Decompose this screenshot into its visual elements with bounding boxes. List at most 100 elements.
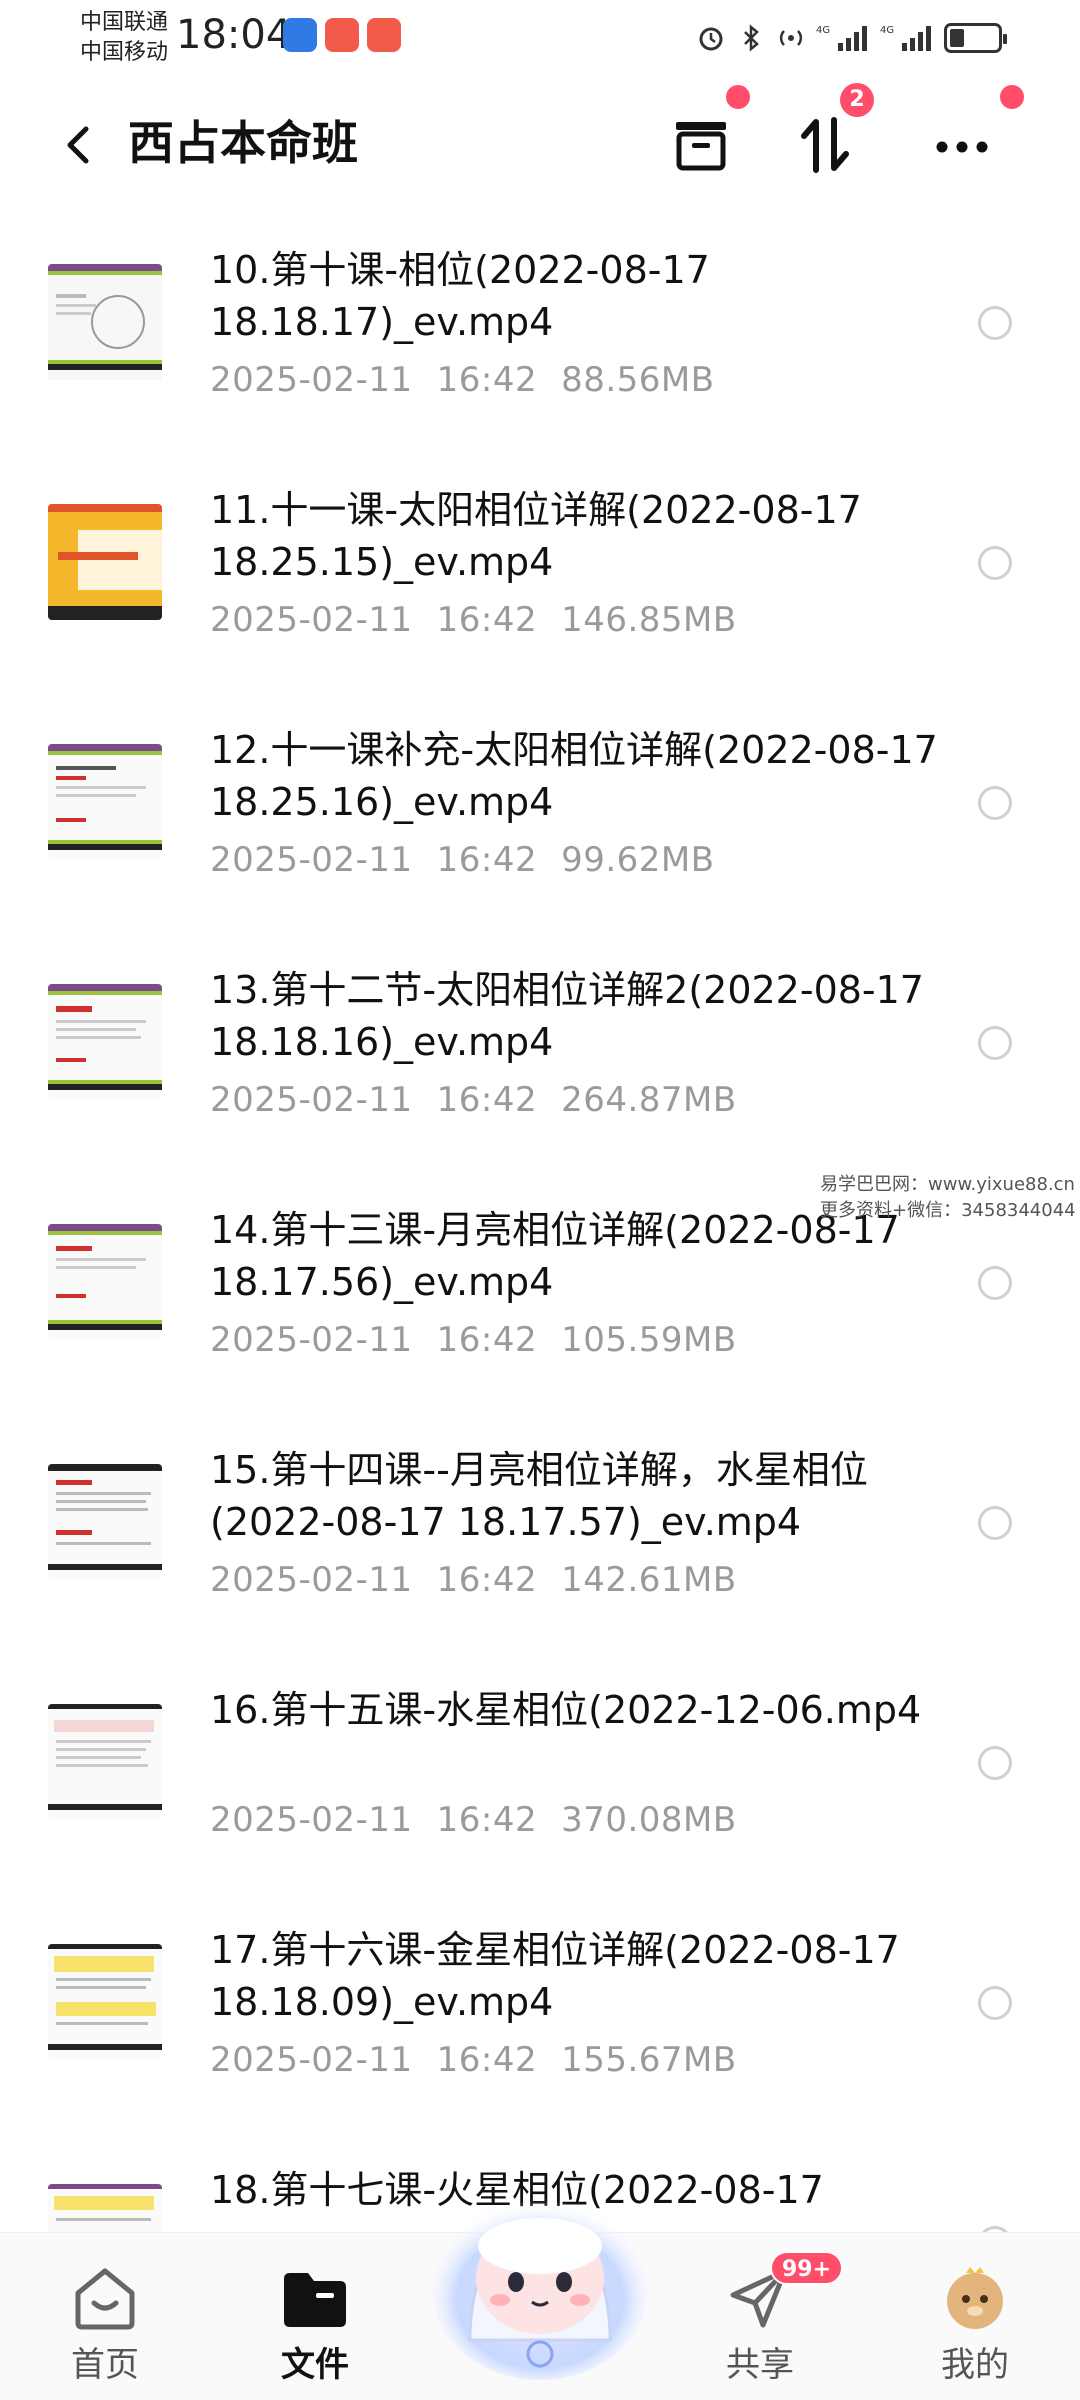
file-meta: 2025-02-11 16:42 99.62MB: [210, 838, 739, 882]
notification-dot: [726, 85, 750, 109]
select-radio[interactable]: [978, 546, 1012, 580]
file-meta: 2025-02-11 16:42 146.85MB: [210, 598, 761, 642]
file-time: 16:42: [436, 600, 538, 640]
carrier-2: 中国移动: [80, 40, 169, 65]
archive-box-icon[interactable]: [666, 110, 736, 180]
file-item[interactable]: 17.第十六课-金星相位详解(2022-08-17 18.18.09)_ev.m…: [0, 1902, 1080, 2142]
video-thumbnail: [48, 1704, 162, 1820]
watermark-line-2: 更多资料+微信：3458344044: [820, 1200, 1076, 1221]
assistant-mascot-button[interactable]: [430, 2150, 650, 2380]
file-date: 2025-02-11: [210, 1800, 413, 1840]
watermark: 易学巴巴网：www.yixue88.cn 更多资料+微信：3458344044: [820, 1172, 1076, 1224]
video-thumbnail: [48, 984, 162, 1100]
video-thumbnail: [48, 1224, 162, 1340]
select-radio[interactable]: [978, 1506, 1012, 1540]
file-time: 16:42: [436, 1800, 538, 1840]
nav-files-label: 文件: [281, 2345, 349, 2385]
network-type-2: 4G: [880, 25, 894, 36]
file-name: 16.第十五课-水星相位(2022-12-06.mp4: [210, 1688, 922, 1732]
select-radio[interactable]: [978, 1026, 1012, 1060]
file-date: 2025-02-11: [210, 1560, 413, 1600]
hotspot-icon: [779, 30, 803, 46]
select-radio[interactable]: [978, 1266, 1012, 1300]
home-icon: [75, 2268, 135, 2330]
file-date: 2025-02-11: [210, 1080, 413, 1120]
share-count-badge: 99+: [770, 2251, 844, 2285]
file-date: 2025-02-11: [210, 2040, 413, 2080]
file-meta: 2025-02-11 16:42 155.67MB: [210, 2038, 761, 2082]
nav-files[interactable]: 文件: [235, 2233, 395, 2400]
file-time: 16:42: [436, 1560, 538, 1600]
file-size: 88.56MB: [561, 360, 715, 400]
status-time: 18:04: [176, 12, 292, 58]
file-date: 2025-02-11: [210, 360, 413, 400]
file-name: 11.十一课-太阳相位详解(2022-08-17 18.25.15)_ev.mp…: [210, 488, 862, 584]
file-item[interactable]: 10.第十课-相位(2022-08-17 18.18.17)_ev.mp4 20…: [0, 222, 1080, 462]
alarm-icon: [699, 27, 723, 51]
back-arrow-icon[interactable]: [50, 115, 110, 175]
file-name: 17.第十六课-金星相位详解(2022-08-17 18.18.09)_ev.m…: [210, 1928, 900, 2024]
file-item[interactable]: 15.第十四课--月亮相位详解，水星相位(2022-08-17 18.17.57…: [0, 1422, 1080, 1662]
nav-mine-label: 我的: [941, 2345, 1009, 2385]
file-meta: 2025-02-11 16:42 264.87MB: [210, 1078, 761, 1122]
file-item[interactable]: 13.第十二节-太阳相位详解2(2022-08-17 18.18.16)_ev.…: [0, 942, 1080, 1182]
file-name: 10.第十课-相位(2022-08-17 18.18.17)_ev.mp4: [210, 248, 710, 344]
file-time: 16:42: [436, 1320, 538, 1360]
status-bar: 中国联通 中国移动 18:04 4G 4G: [0, 0, 1080, 90]
watermark-line-1: 易学巴巴网：www.yixue88.cn: [820, 1174, 1075, 1195]
file-size: 264.87MB: [561, 1080, 737, 1120]
nav-mine[interactable]: 我的: [895, 2233, 1055, 2400]
select-radio[interactable]: [978, 306, 1012, 340]
file-time: 16:42: [436, 840, 538, 880]
file-date: 2025-02-11: [210, 840, 413, 880]
nav-home-label: 首页: [71, 2345, 139, 2385]
file-date: 2025-02-11: [210, 1320, 413, 1360]
file-meta: 2025-02-11 16:42 142.61MB: [210, 1558, 761, 1602]
video-thumbnail: [48, 264, 162, 380]
video-thumbnail: [48, 1944, 162, 2060]
nav-home[interactable]: 首页: [25, 2233, 185, 2400]
signal-icon: 4G: [880, 25, 931, 51]
file-item[interactable]: 12.十一课补充-太阳相位详解(2022-08-17 18.25.16)_ev.…: [0, 702, 1080, 942]
file-size: 370.08MB: [561, 1800, 737, 1840]
top-header: 西占本命班 2: [0, 83, 1080, 195]
more-options-icon[interactable]: [927, 110, 997, 180]
file-item[interactable]: 16.第十五课-水星相位(2022-12-06.mp4 2025-02-11 16…: [0, 1662, 1080, 1902]
bluetooth-icon: [744, 24, 759, 52]
battery-icon: [944, 23, 1007, 53]
nav-share-label: 共享: [726, 2345, 794, 2385]
video-thumbnail: [48, 1464, 162, 1580]
select-radio[interactable]: [978, 1746, 1012, 1780]
signal-icon: 4G: [816, 25, 867, 51]
file-size: 142.61MB: [561, 1560, 737, 1600]
file-list: 10.第十课-相位(2022-08-17 18.18.17)_ev.mp4 20…: [0, 222, 1080, 2232]
video-thumbnail: [48, 504, 162, 620]
file-name: 13.第十二节-太阳相位详解2(2022-08-17 18.18.16)_ev.…: [210, 968, 924, 1064]
file-meta: 2025-02-11 16:42 370.08MB: [210, 1798, 761, 1842]
file-size: 99.62MB: [561, 840, 715, 880]
shopping-notification-icon: [325, 18, 359, 52]
file-time: 16:42: [436, 360, 538, 400]
carrier-info: 中国联通 中国移动: [80, 8, 168, 68]
select-radio[interactable]: [978, 1986, 1012, 2020]
video-thumbnail: [48, 744, 162, 860]
file-date: 2025-02-11: [210, 600, 413, 640]
file-name: 12.十一课补充-太阳相位详解(2022-08-17 18.25.16)_ev.…: [210, 728, 938, 824]
page-title: 西占本命班: [128, 116, 358, 170]
file-time: 16:42: [436, 1080, 538, 1120]
video-thumbnail: [48, 2184, 162, 2232]
file-time: 16:42: [436, 2040, 538, 2080]
file-meta: 2025-02-11 16:42 88.56MB: [210, 358, 739, 402]
select-radio[interactable]: [978, 786, 1012, 820]
avatar-icon: [947, 2267, 1003, 2329]
transfer-icon[interactable]: [790, 110, 860, 180]
file-size: 155.67MB: [561, 2040, 737, 2080]
status-icons: 4G 4G: [696, 18, 1007, 58]
file-size: 146.85MB: [561, 600, 737, 640]
file-item[interactable]: 11.十一课-太阳相位详解(2022-08-17 18.25.15)_ev.mp…: [0, 462, 1080, 702]
shopping-notification-icon: [367, 18, 401, 52]
file-name: 15.第十四课--月亮相位详解，水星相位(2022-08-17 18.17.57…: [210, 1448, 868, 1544]
nav-share[interactable]: 99+ 共享: [680, 2233, 844, 2400]
file-meta: 2025-02-11 16:42 105.59MB: [210, 1318, 761, 1362]
file-size: 105.59MB: [561, 1320, 737, 1360]
